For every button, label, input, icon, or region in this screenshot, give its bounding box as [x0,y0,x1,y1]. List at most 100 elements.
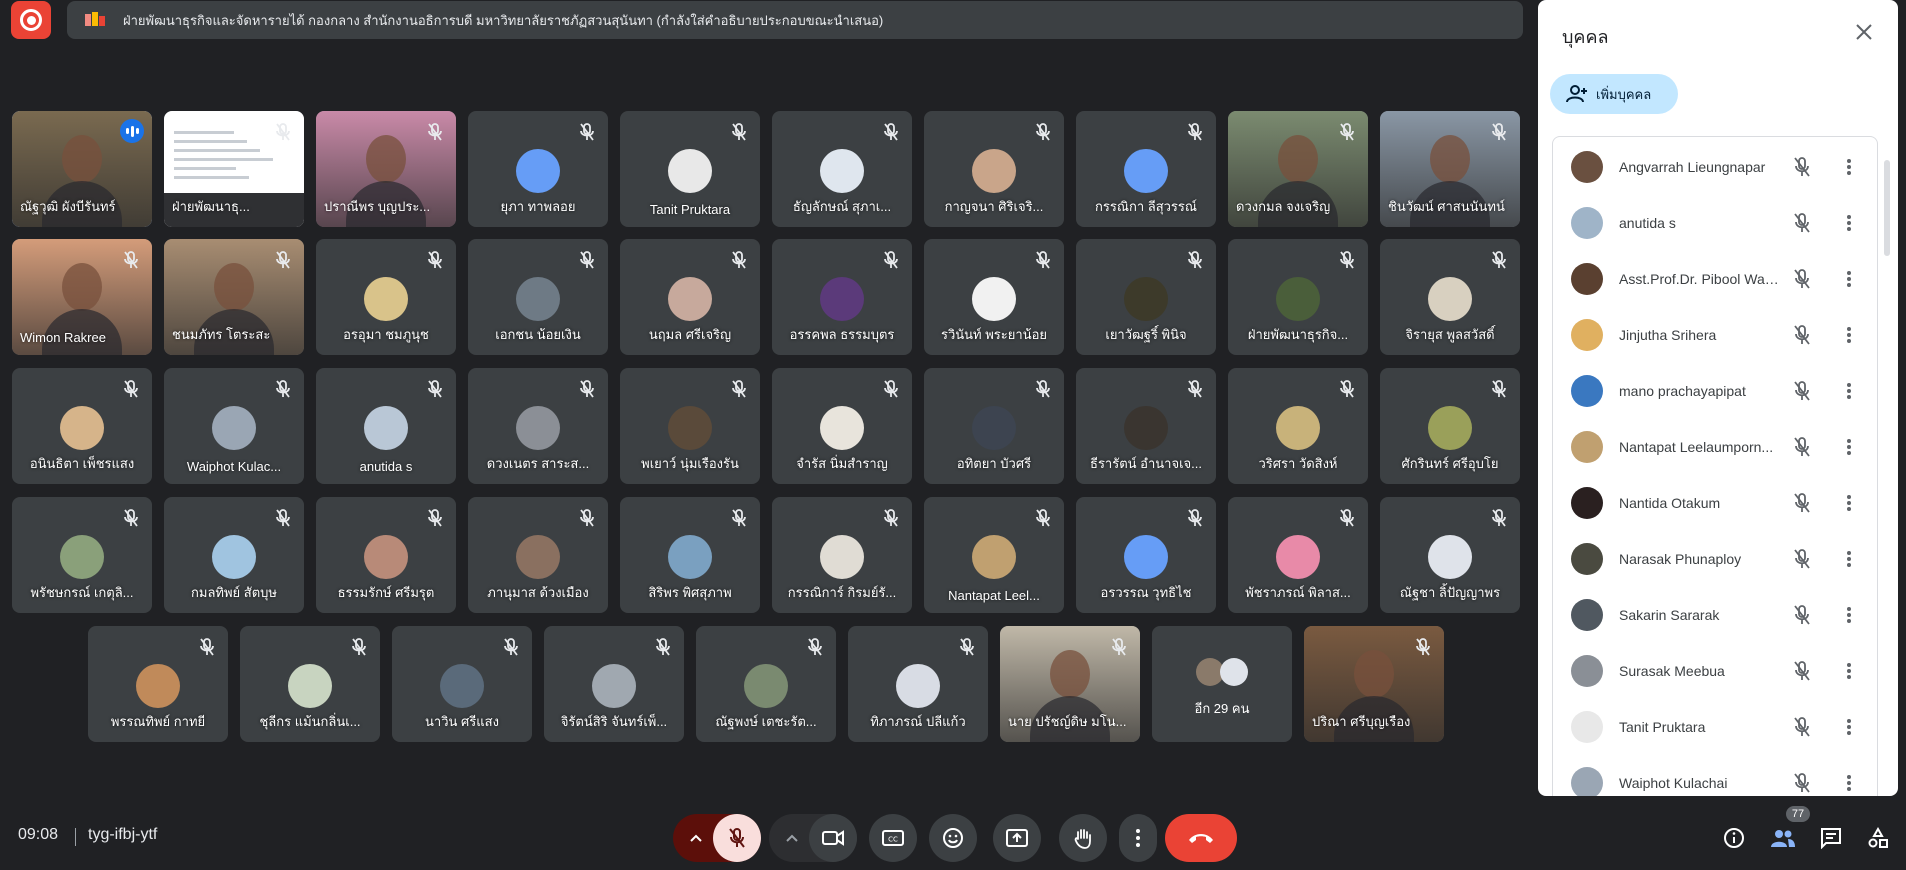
raise-hand-button[interactable] [1059,814,1107,862]
participant-tile[interactable]: ปราณีพร บุญประ... [316,111,456,227]
person-row[interactable]: Asst.Prof.Dr. Pibool Waij... [1553,251,1877,307]
scrollbar[interactable] [1884,160,1890,256]
chevron-up-icon[interactable] [688,830,704,846]
participant-tile[interactable]: จิรัตน์สิริ จันทร์เพ็... [544,626,684,742]
more-vert-icon[interactable] [1837,491,1861,515]
add-people-button[interactable]: เพิ่มบุคคล [1550,74,1678,114]
person-row[interactable]: Nantida Otakum [1553,475,1877,531]
chat-button[interactable] [1817,824,1845,852]
mic-off-icon[interactable] [1790,267,1814,291]
mic-off-icon[interactable] [1790,379,1814,403]
participant-tile[interactable]: กรรณิการ์ กิรมย์รั... [772,497,912,613]
participant-tile[interactable]: Nantapat Leel... [924,497,1064,613]
participant-tile[interactable]: ดวงเนตร สาระส... [468,368,608,484]
participant-tile[interactable]: พเยาว์ นุ่มเรืองรัน [620,368,760,484]
reactions-button[interactable] [929,814,977,862]
participant-tile[interactable]: นฤมล ศรีเจริญ [620,239,760,355]
mic-off-icon[interactable] [1790,603,1814,627]
person-row[interactable]: Jinjutha Srihera [1553,307,1877,363]
person-row[interactable]: Nantapat Leelaumporn... [1553,419,1877,475]
participant-tile[interactable]: ธีรารัตน์ อำนาจเจ... [1076,368,1216,484]
participant-tile[interactable]: อรอุมา ชมภูนุช [316,239,456,355]
mic-off-icon[interactable] [1790,659,1814,683]
participant-tile[interactable]: กมลทิพย์ สัตบุษ [164,497,304,613]
participant-tile[interactable]: ศักรินทร์ ศรีอุบโย [1380,368,1520,484]
participant-tile[interactable]: อรรคพล ธรรมบุตร [772,239,912,355]
person-row[interactable]: Angvarrah Lieungnapar [1553,139,1877,195]
participant-tile[interactable]: ธัญลักษณ์ สุภาเ... [772,111,912,227]
participant-tile[interactable]: ธรรมรักษ์ ศรีมรุต [316,497,456,613]
more-vert-icon[interactable] [1837,267,1861,291]
leave-call-button[interactable] [1165,814,1237,862]
more-vert-icon[interactable] [1837,547,1861,571]
more-vert-icon[interactable] [1837,771,1861,795]
participant-tile[interactable]: พรัชษกรณ์ เกตุลิ... [12,497,152,613]
participant-tile[interactable]: พรรณทิพย์ กาทยี [88,626,228,742]
participant-tile[interactable]: ชินวัฒน์ ศาสนนันทน์ [1380,111,1520,227]
participant-tile[interactable]: ปริณา ศรีบุญเรือง [1304,626,1444,742]
participant-tile[interactable]: ฝ่ายพัฒนาธุ... [164,111,304,227]
more-vert-icon[interactable] [1837,435,1861,459]
activities-button[interactable] [1864,824,1892,852]
participant-tile[interactable]: วริศรา วัดสิงห์ [1228,368,1368,484]
participant-tile[interactable]: Waiphot Kulac... [164,368,304,484]
mic-off-icon[interactable] [1790,155,1814,179]
participant-tile[interactable]: ณัฐพงษ์ เตชะรัต... [696,626,836,742]
participant-tile[interactable]: นาวิน ศรีแสง [392,626,532,742]
participant-tile[interactable]: รวินันท์ พระยาน้อย [924,239,1064,355]
participant-tile[interactable]: ดวงกมล จงเจริญ [1228,111,1368,227]
participant-tile[interactable]: ภานุมาส ด้วงเมือง [468,497,608,613]
participant-tile[interactable]: อนินธิตา เพ็ชรแสง [12,368,152,484]
mic-off-icon[interactable] [1790,435,1814,459]
participant-tile[interactable]: ณัฐชา ลิ้ปัญญาพร [1380,497,1520,613]
camera-toggle-button[interactable] [809,814,857,862]
mic-off-icon[interactable] [1790,323,1814,347]
participant-tile[interactable]: เยาวัฒฐริ์ พินิจ [1076,239,1216,355]
participant-tile[interactable]: อรวรรณ วุทธิไช [1076,497,1216,613]
recording-indicator[interactable] [11,1,51,39]
participant-tile[interactable]: ณัฐวุฒิ ผังบีรันทร์ [12,111,152,227]
mic-off-icon[interactable] [1790,771,1814,795]
participant-tile[interactable]: ชุลีกร แม้นกลิ่นเ... [240,626,380,742]
mic-off-icon[interactable] [1790,491,1814,515]
mic-toggle-button[interactable] [713,814,761,862]
participant-tile[interactable]: อีก 29 คน [1152,626,1292,742]
participant-tile[interactable]: ฝ่ายพัฒนาธุรกิจ... [1228,239,1368,355]
person-row[interactable]: mano prachayapipat [1553,363,1877,419]
participant-tile[interactable]: จิรายุส พูลสวัสดิ์ [1380,239,1520,355]
participant-tile[interactable]: กรรณิกา ลีสุวรรณ์ [1076,111,1216,227]
participant-tile[interactable]: Tanit Pruktara [620,111,760,227]
participant-tile[interactable]: ยุภา ทาพลอย [468,111,608,227]
participant-tile[interactable]: สิริพร พิศสุภาพ [620,497,760,613]
meeting-details-button[interactable] [1720,824,1748,852]
chevron-up-icon[interactable] [784,830,800,846]
person-row[interactable]: Surasak Meebua [1553,643,1877,699]
participant-tile[interactable]: จำรัส นิ่มสำราญ [772,368,912,484]
participant-tile[interactable]: กาญจนา ศิริเจริ... [924,111,1064,227]
participant-tile[interactable]: anutida s [316,368,456,484]
person-row[interactable]: anutida s [1553,195,1877,251]
more-vert-icon[interactable] [1837,211,1861,235]
mic-off-icon[interactable] [1790,211,1814,235]
participant-tile[interactable]: นาย ปรัชญ์ดิษ มโน... [1000,626,1140,742]
more-options-button[interactable] [1119,814,1157,862]
more-vert-icon[interactable] [1837,659,1861,683]
close-icon[interactable] [1850,18,1878,46]
mic-off-icon[interactable] [1790,715,1814,739]
person-row[interactable]: Sakarin Sararak [1553,587,1877,643]
person-row[interactable]: Narasak Phunaploy [1553,531,1877,587]
participant-tile[interactable]: อทิตยา บัวศรี [924,368,1064,484]
more-vert-icon[interactable] [1837,155,1861,179]
person-row[interactable]: Tanit Pruktara [1553,699,1877,755]
participant-tile[interactable]: Wimon Rakree [12,239,152,355]
person-row[interactable]: Waiphot Kulachai [1553,755,1877,796]
participant-tile[interactable]: พัชราภรณ์ พิลาส... [1228,497,1368,613]
present-screen-button[interactable] [993,814,1041,862]
more-vert-icon[interactable] [1837,603,1861,627]
mic-off-icon[interactable] [1790,547,1814,571]
participant-tile[interactable]: เอกชน น้อยเงิน [468,239,608,355]
participant-tile[interactable]: ชนมภัทร โตระสะ [164,239,304,355]
more-vert-icon[interactable] [1837,323,1861,347]
more-vert-icon[interactable] [1837,379,1861,403]
people-button[interactable] [1769,824,1797,852]
